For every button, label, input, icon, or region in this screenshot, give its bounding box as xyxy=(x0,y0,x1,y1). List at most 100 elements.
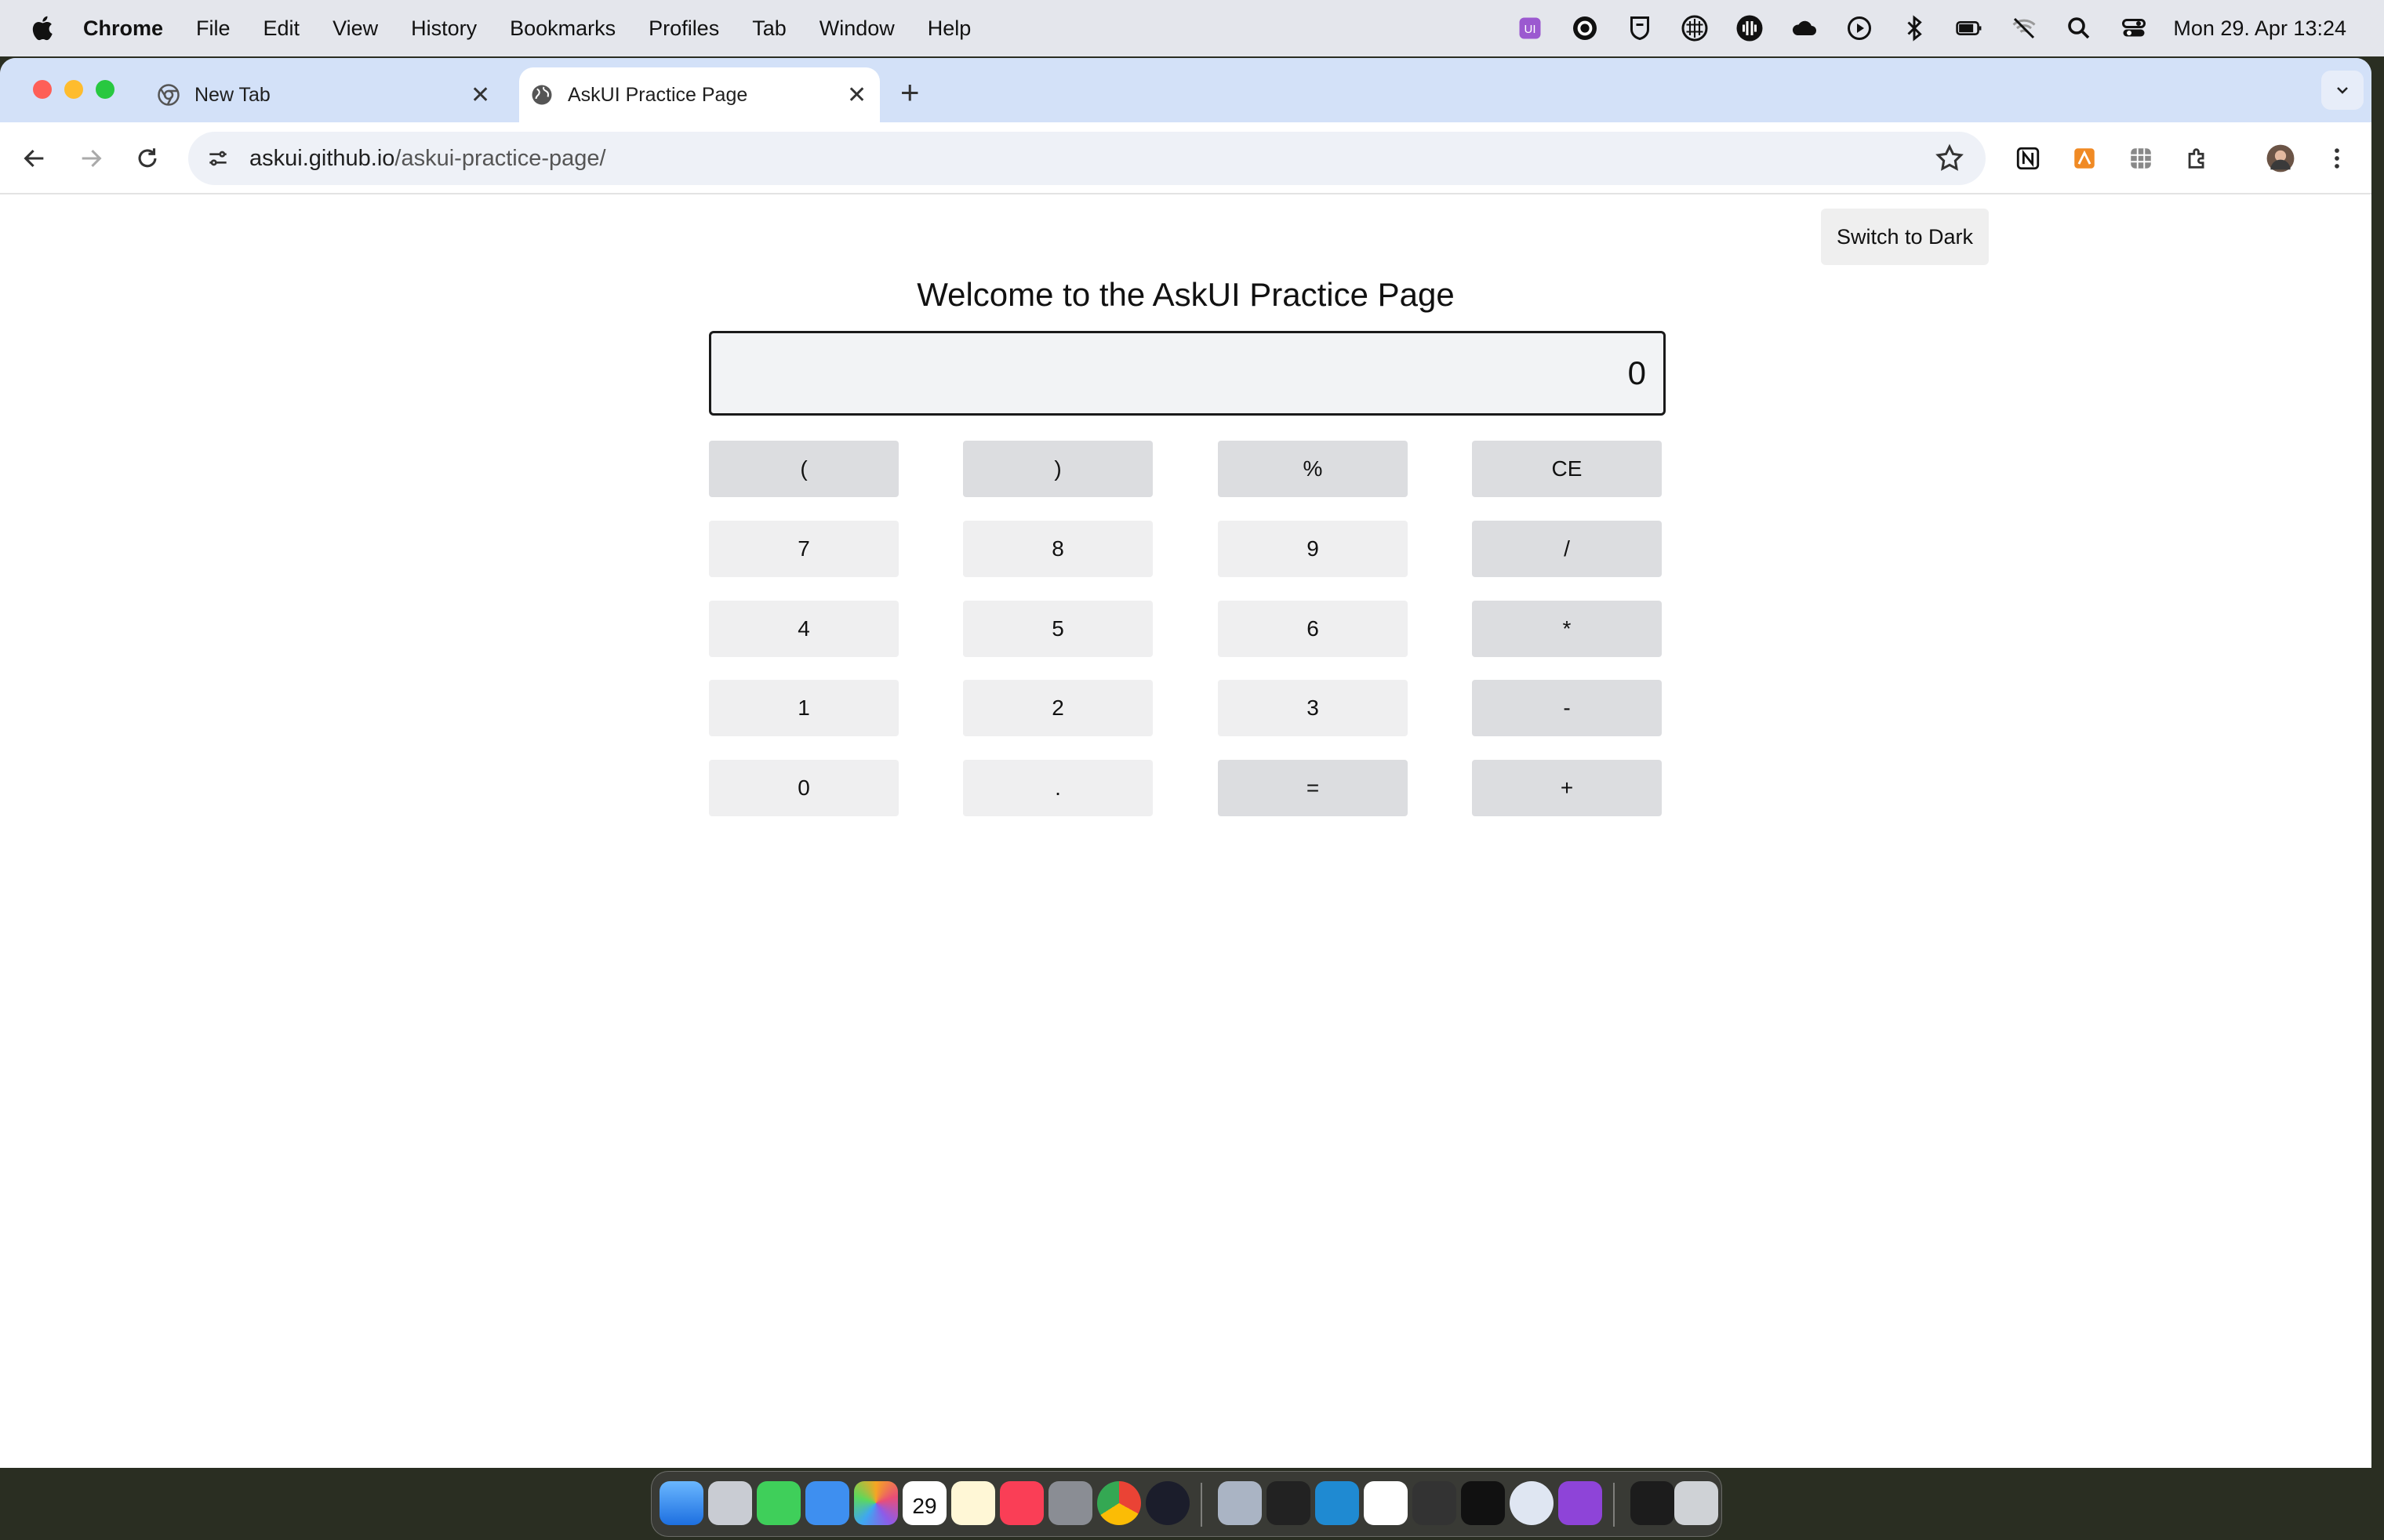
notion-extension-icon[interactable] xyxy=(2011,141,2045,176)
tab-search-chevron-down-icon[interactable] xyxy=(2321,71,2364,110)
key-3[interactable]: 3 xyxy=(1218,680,1408,736)
new-tab-plus-icon[interactable]: + xyxy=(900,74,920,111)
downloads-stack-icon[interactable] xyxy=(1630,1481,1674,1525)
key-5[interactable]: 5 xyxy=(963,601,1153,657)
calendar-icon[interactable]: 29 xyxy=(903,1481,947,1525)
battery-icon[interactable] xyxy=(1953,13,1985,44)
browser-toolbar: askui.github.io/askui-practice-page/ xyxy=(0,122,2371,194)
svg-text:UI: UI xyxy=(1525,23,1536,36)
key-1[interactable]: 1 xyxy=(709,680,899,736)
preview-icon[interactable] xyxy=(1218,1481,1262,1525)
key-clear-entry[interactable]: CE xyxy=(1472,441,1662,497)
slack-icon[interactable] xyxy=(1364,1481,1408,1525)
system-settings-icon[interactable] xyxy=(1048,1481,1092,1525)
key-4[interactable]: 4 xyxy=(709,601,899,657)
chrome-dock-icon[interactable] xyxy=(1097,1481,1141,1525)
browser-window: New Tab ✕ AskUI Practice Page ✕ + askui.… xyxy=(0,58,2371,1468)
tab-title: New Tab xyxy=(194,83,271,106)
macos-menu-bar: Chrome File Edit View History Bookmarks … xyxy=(0,0,2384,56)
photos-icon[interactable] xyxy=(854,1481,898,1525)
key-6[interactable]: 6 xyxy=(1218,601,1408,657)
orange-extension-icon[interactable] xyxy=(2067,141,2102,176)
askui-dock-icon[interactable] xyxy=(1558,1481,1602,1525)
forward-arrow-icon[interactable] xyxy=(74,141,108,176)
key-0[interactable]: 0 xyxy=(709,760,899,816)
key-9[interactable]: 9 xyxy=(1218,521,1408,577)
menu-history[interactable]: History xyxy=(411,16,477,41)
close-tab-icon[interactable]: ✕ xyxy=(471,82,490,109)
profile-avatar[interactable] xyxy=(2263,141,2298,176)
window-minimize-button[interactable] xyxy=(64,80,83,99)
spotlight-search-icon[interactable] xyxy=(2063,13,2095,44)
bookmark-star-icon[interactable] xyxy=(1934,143,1965,174)
key-2[interactable]: 2 xyxy=(963,680,1153,736)
menu-profiles[interactable]: Profiles xyxy=(649,16,719,41)
key-7[interactable]: 7 xyxy=(709,521,899,577)
globe-icon xyxy=(532,85,552,105)
close-tab-icon[interactable]: ✕ xyxy=(847,82,867,109)
menu-tab[interactable]: Tab xyxy=(752,16,787,41)
piano-app-icon[interactable] xyxy=(1412,1481,1456,1525)
switch-theme-button[interactable]: Switch to Dark xyxy=(1821,209,1989,265)
more-menu-icon[interactable] xyxy=(2320,141,2354,176)
lock-app-icon[interactable] xyxy=(1510,1481,1554,1525)
menu-view[interactable]: View xyxy=(333,16,378,41)
key-multiply[interactable]: * xyxy=(1472,601,1662,657)
key-decimal[interactable]: . xyxy=(963,760,1153,816)
tab-title: AskUI Practice Page xyxy=(568,83,748,106)
key-add[interactable]: + xyxy=(1472,760,1662,816)
menu-help[interactable]: Help xyxy=(928,16,972,41)
tab-strip: New Tab ✕ AskUI Practice Page ✕ + xyxy=(0,58,2371,122)
key-open-paren[interactable]: ( xyxy=(709,441,899,497)
window-zoom-button[interactable] xyxy=(96,80,114,99)
menu-file[interactable]: File xyxy=(196,16,231,41)
key-divide[interactable]: / xyxy=(1472,521,1662,577)
tab-new-tab[interactable]: New Tab ✕ xyxy=(157,67,502,122)
askui-status-icon[interactable]: UI xyxy=(1514,13,1546,44)
key-8[interactable]: 8 xyxy=(963,521,1153,577)
macos-dock: 29 xyxy=(651,1471,1722,1537)
grammarly-icon[interactable] xyxy=(1569,13,1601,44)
menu-edit[interactable]: Edit xyxy=(263,16,300,41)
key-equals[interactable]: = xyxy=(1218,760,1408,816)
menu-window[interactable]: Window xyxy=(820,16,895,41)
finder-icon[interactable] xyxy=(660,1481,703,1525)
grid-status-icon[interactable] xyxy=(1679,13,1710,44)
audio-waveform-icon[interactable] xyxy=(1734,13,1765,44)
shield-status-icon[interactable] xyxy=(1624,13,1655,44)
url-host: askui.github.io xyxy=(249,145,395,171)
url-path: /askui-practice-page/ xyxy=(394,145,606,171)
menubar-clock[interactable]: Mon 29. Apr 13:24 xyxy=(2173,16,2346,41)
control-center-icon[interactable] xyxy=(2118,13,2150,44)
window-close-button[interactable] xyxy=(33,80,52,99)
reload-icon[interactable] xyxy=(130,141,165,176)
key-subtract[interactable]: - xyxy=(1472,680,1662,736)
music-icon[interactable] xyxy=(1000,1481,1044,1525)
site-info-tune-icon[interactable] xyxy=(202,143,234,174)
notes-icon[interactable] xyxy=(951,1481,995,1525)
tab-askui-practice-page[interactable]: AskUI Practice Page ✕ xyxy=(519,67,880,122)
play-icon[interactable] xyxy=(1844,13,1875,44)
wifi-off-icon[interactable] xyxy=(2008,13,2040,44)
terminal-icon[interactable] xyxy=(1266,1481,1310,1525)
messages-icon[interactable] xyxy=(757,1481,801,1525)
cloud-icon[interactable] xyxy=(1789,13,1820,44)
menu-bookmarks[interactable]: Bookmarks xyxy=(510,16,616,41)
apple-logo-icon[interactable] xyxy=(30,14,58,42)
back-arrow-icon[interactable] xyxy=(17,141,52,176)
key-close-paren[interactable]: ) xyxy=(963,441,1153,497)
mail-icon[interactable] xyxy=(805,1481,849,1525)
address-bar[interactable]: askui.github.io/askui-practice-page/ xyxy=(188,132,1986,185)
page-title: Welcome to the AskUI Practice Page xyxy=(917,276,1455,313)
grid-extension-icon[interactable] xyxy=(2124,141,2158,176)
vscode-icon[interactable] xyxy=(1315,1481,1359,1525)
bluetooth-icon[interactable] xyxy=(1899,13,1930,44)
iterm-icon[interactable] xyxy=(1461,1481,1505,1525)
obs-icon[interactable] xyxy=(1146,1481,1190,1525)
menu-chrome[interactable]: Chrome xyxy=(83,16,163,41)
extensions-puzzle-icon[interactable] xyxy=(2180,141,2215,176)
trash-icon[interactable] xyxy=(1674,1481,1718,1525)
calculator-display[interactable] xyxy=(709,331,1666,416)
launchpad-icon[interactable] xyxy=(708,1481,752,1525)
key-percent[interactable]: % xyxy=(1218,441,1408,497)
